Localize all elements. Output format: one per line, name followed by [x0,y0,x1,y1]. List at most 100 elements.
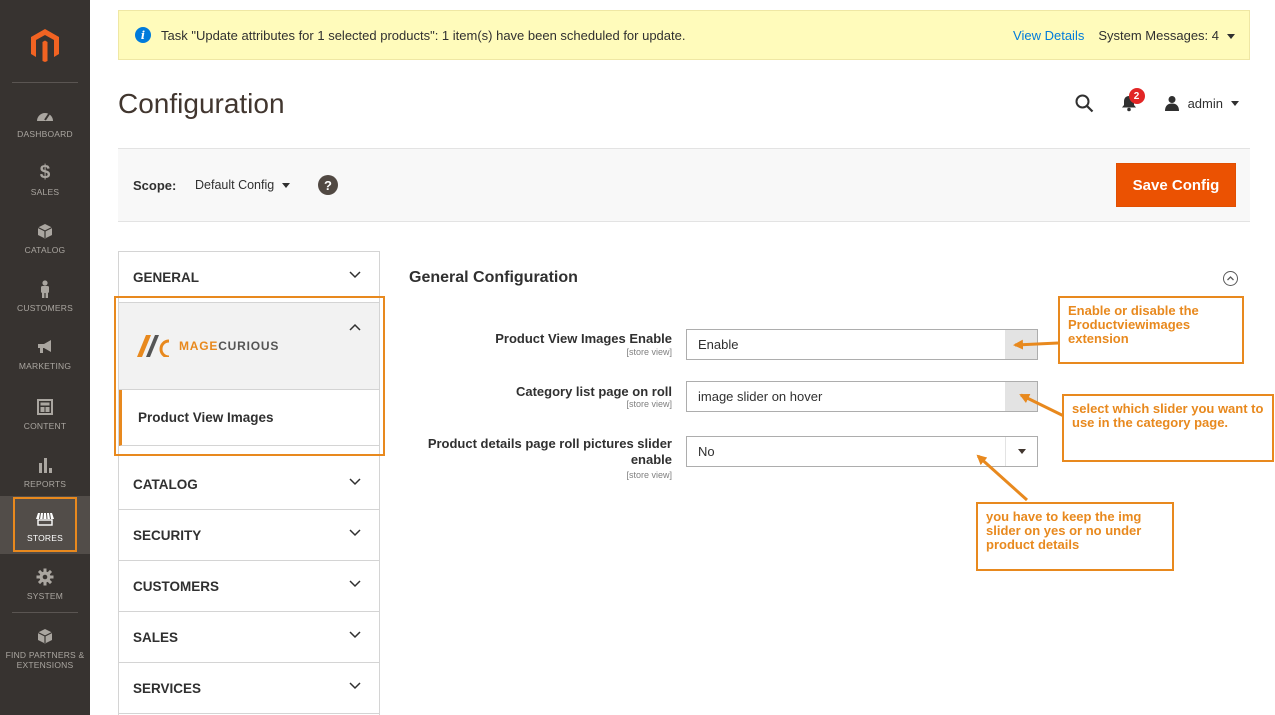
magento-logo-icon[interactable] [0,20,90,70]
select-arrow-area [1005,437,1037,466]
user-icon [1164,96,1179,111]
sidebar-item-partners[interactable]: FIND PARTNERS & EXTENSIONS [0,617,90,677]
magecurious-brand-text: MAGECURIOUS [179,339,280,353]
field-label-enable: Product View Images Enable [495,331,672,346]
chevron-down-icon [349,478,361,486]
select-arrow-area [1005,330,1037,359]
details-slider-enable-select[interactable]: No [686,436,1038,467]
scope-switcher[interactable]: Default Config [195,178,291,192]
page-title: Configuration [118,88,285,119]
tab-label: SERVICES [133,680,202,696]
product-view-images-enable-select[interactable]: Enable [686,329,1038,360]
sidebar-item-dashboard[interactable]: DASHBOARD [0,92,90,150]
view-details-link[interactable]: View Details [1013,28,1084,43]
magecurious-logo-icon [137,335,170,357]
collapse-icon[interactable] [1223,271,1238,286]
annotation-slider: select which slider you want to use in t… [1062,394,1274,462]
field-label-details-slider: Product details page roll pictures slide… [427,436,672,467]
chevron-down-icon [1227,33,1235,39]
select-value: image slider on hover [698,389,823,404]
tab-customers[interactable]: CUSTOMERS [119,561,379,612]
system-message-text: Task "Update attributes for 1 selected p… [161,27,686,43]
box-icon [37,220,53,242]
info-icon: i [135,27,151,43]
field-label-category-list: Category list page on roll [515,384,672,399]
sidebar-item-content[interactable]: CONTENT [0,384,90,442]
admin-sidebar: DASHBOARD $ SALES CATALOG CUSTOMERS MARK… [0,0,90,715]
sidebar-item-sales[interactable]: $ SALES [0,150,90,208]
sidebar-item-reports[interactable]: REPORTS [0,442,90,500]
layout-icon [37,396,53,418]
sidebar-divider [12,612,78,613]
cube-icon [37,625,53,647]
sidebar-item-label: SALES [30,186,60,197]
sidebar-item-catalog[interactable]: CATALOG [0,208,90,266]
field-scope: [store view] [626,399,672,409]
chevron-down-icon [1231,100,1239,106]
field-scope: [store view] [626,470,672,480]
sidebar-item-label: FIND PARTNERS & EXTENSIONS [5,649,85,670]
system-message-bar: i Task "Update attributes for 1 selected… [118,10,1250,60]
sidebar-item-system[interactable]: SYSTEM [0,554,90,612]
notifications-button[interactable]: 2 [1120,88,1145,112]
tab-general[interactable]: GENERAL [119,252,379,303]
tab-catalog[interactable]: CATALOG [119,459,379,510]
tab-sales[interactable]: SALES [119,612,379,663]
megaphone-icon [36,336,54,358]
scope-label: Scope: [133,178,177,193]
scope-value: Default Config [195,178,275,192]
chevron-down-icon [349,529,361,537]
tab-security[interactable]: SECURITY [119,510,379,561]
system-messages-label: System Messages: 4 [1098,27,1219,43]
tab-services[interactable]: SERVICES [119,663,379,714]
sidebar-item-label: REPORTS [23,478,67,489]
tab-magecurious[interactable]: MAGECURIOUS [119,303,379,390]
save-config-button[interactable]: Save Config [1116,163,1236,207]
tab-label: SALES [133,629,179,645]
magecurious-logo: MAGECURIOUS [137,335,279,357]
notification-count-badge: 2 [1128,88,1145,104]
admin-username: admin [1187,95,1223,111]
chevron-down-icon [349,682,361,690]
select-value: No [698,444,715,459]
chevron-up-icon [349,323,361,331]
chevron-down-icon [1018,449,1026,454]
field-scope: [store view] [626,347,672,357]
sidebar-item-label: DASHBOARD [17,128,73,139]
system-messages-toggle[interactable]: System Messages: 4 [1098,28,1235,43]
stores-highlight-box [13,497,77,552]
sidebar-item-label: CUSTOMERS [17,302,73,313]
tab-label: GENERAL [133,269,200,285]
search-button[interactable] [1075,94,1094,113]
header-actions: 2 admin [1075,88,1239,118]
select-value: Enable [698,337,739,352]
chevron-down-icon [349,271,361,279]
person-icon [39,278,51,300]
sidebar-item-customers[interactable]: CUSTOMERS [0,266,90,324]
tab-label: CATALOG [133,476,198,492]
config-tabs: GENERAL MAGECURIOUS Product View Images … [118,251,380,715]
chevron-down-icon [282,182,291,188]
section-title[interactable]: General Configuration [409,269,578,287]
annotation-details: you have to keep the img slider on yes o… [976,502,1174,571]
category-list-roll-select[interactable]: image slider on hover [686,381,1038,412]
sidebar-divider [12,82,78,83]
annotation-enable: Enable or disable the Productviewimages … [1058,296,1244,364]
gear-icon [36,566,54,588]
help-icon[interactable]: ? [318,175,338,195]
dollar-icon: $ [39,161,51,183]
chevron-down-icon [349,580,361,588]
sidebar-item-label: CATALOG [24,244,66,255]
tab-label: SECURITY [133,527,202,543]
sidebar-item-label: SYSTEM [26,590,64,601]
dashboard-icon [36,104,54,126]
chevron-down-icon [349,631,361,639]
sidebar-item-label: CONTENT [23,420,67,431]
admin-user-menu[interactable]: admin [1164,95,1239,111]
bar-chart-icon [37,454,53,476]
tab-label: CUSTOMERS [133,578,220,594]
select-arrow-area [1005,382,1037,411]
search-icon [1075,94,1093,112]
sidebar-item-marketing[interactable]: MARKETING [0,324,90,382]
tab-product-view-images[interactable]: Product View Images [119,390,379,446]
